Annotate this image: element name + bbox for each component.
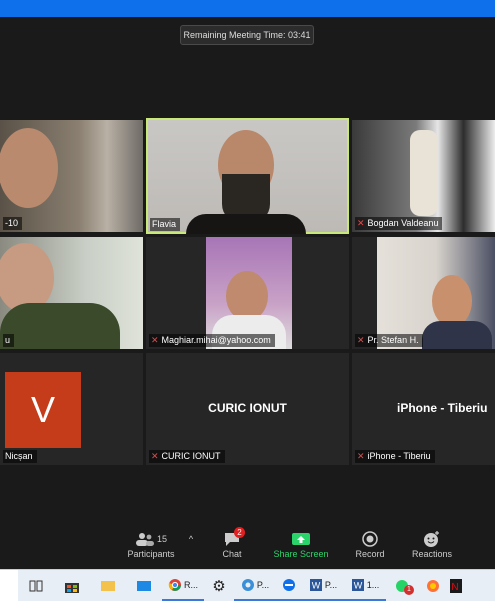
taskbar-whatsapp[interactable]: 1 [386, 570, 418, 601]
word-icon: W [351, 578, 364, 591]
mic-muted-icon: ✕ [357, 335, 365, 345]
record-icon [362, 531, 378, 547]
taskbar-netflix[interactable]: N [448, 570, 464, 601]
participant-face [432, 275, 472, 327]
participant-sweater [0, 303, 120, 349]
taskbar-firefox[interactable] [418, 570, 448, 601]
whatsapp-notification-badge: 1 [404, 585, 414, 595]
participant-name: -10 [3, 217, 23, 230]
video-tile-2[interactable]: Flavia [146, 118, 349, 234]
participant-statue [410, 130, 438, 216]
video-tile-3[interactable]: ✕ Bogdan Valdeanu [352, 120, 495, 232]
participant-shoulders [186, 214, 306, 234]
taskbar-edge-label: P... [256, 579, 270, 590]
participant-name: Nicșan [3, 450, 37, 463]
participant-avatar: V [5, 372, 81, 448]
chat-unread-badge: 2 [234, 527, 245, 538]
participant-name: ✕ Maghiar.mihai@yahoo.com [149, 334, 275, 347]
netflix-icon: N [450, 578, 462, 593]
participant-name: ✕ iPhone - Tiberiu [355, 450, 435, 463]
video-tile-5[interactable]: ✕ Maghiar.mihai@yahoo.com [146, 237, 349, 349]
participant-jacket [422, 321, 492, 349]
chat-button[interactable]: 2 Chat [214, 527, 250, 559]
reactions-label: Reactions [411, 549, 453, 559]
taskbar-search-edge[interactable] [0, 570, 18, 601]
participant-display-name: CURIC IONUT [208, 401, 287, 415]
participant-name: ✕ CURIC IONUT [149, 450, 225, 463]
taskbar-settings[interactable]: ⚙ [204, 570, 234, 601]
mic-muted-icon: ✕ [151, 335, 159, 345]
participant-name: u [3, 334, 15, 347]
edge-icon [241, 578, 254, 591]
participants-icon [135, 533, 154, 546]
task-view-button[interactable] [18, 570, 54, 601]
taskbar-chrome-label: R... [183, 579, 198, 590]
meeting-controls: 15 Participants ^ 2 Chat Share Screen Re… [0, 525, 495, 569]
mail-icon [137, 580, 151, 591]
svg-text:W: W [312, 580, 321, 590]
mic-muted-icon: ✕ [151, 451, 159, 461]
participant-name: ✕ Pr. Stefan H. [355, 334, 423, 347]
participant-display-name: iPhone - Tiberiu [397, 401, 488, 415]
window-top-bar [0, 0, 495, 17]
word-icon: W [309, 578, 322, 591]
mic-muted-icon: ✕ [357, 218, 365, 228]
teamviewer-icon [283, 578, 295, 591]
video-tile-6[interactable]: ✕ Pr. Stefan H. [352, 237, 495, 349]
taskbar-edge[interactable]: P... [234, 570, 276, 601]
video-tile-7[interactable]: V Nicșan [0, 353, 143, 465]
svg-text:W: W [353, 580, 362, 590]
taskbar-word-2[interactable]: W 1... [344, 570, 386, 601]
taskbar-file-explorer[interactable] [90, 570, 126, 601]
store-icon [65, 582, 79, 593]
participants-menu-caret[interactable]: ^ [185, 529, 197, 549]
participants-label: Participants [127, 549, 175, 559]
chrome-icon [168, 578, 181, 591]
participant-face [0, 128, 58, 208]
video-tile-9[interactable]: iPhone - Tiberiu ✕ iPhone - Tiberiu [352, 353, 495, 465]
video-tile-4[interactable]: u [0, 237, 143, 349]
taskbar-word-1[interactable]: W P... [302, 570, 344, 601]
gear-icon: ⚙ [212, 577, 226, 595]
record-button[interactable]: Record [350, 529, 390, 559]
taskbar-teamviewer[interactable] [276, 570, 302, 601]
taskbar-word-2-label: 1... [366, 579, 380, 590]
chat-label: Chat [222, 549, 242, 559]
remaining-meeting-time: Remaining Meeting Time: 03:41 [180, 25, 314, 45]
taskbar-chrome[interactable]: R... [162, 570, 204, 601]
participants-count: 15 [156, 534, 167, 544]
svg-text:N: N [451, 582, 458, 593]
participant-name: Flavia [150, 218, 181, 231]
chevron-up-icon: ^ [188, 534, 194, 544]
folder-icon [101, 581, 115, 591]
share-screen-label: Share Screen [273, 549, 329, 559]
participants-button[interactable]: 15 Participants [123, 529, 179, 559]
video-tile-1[interactable]: -10 [0, 120, 143, 232]
participant-name: ✕ Bogdan Valdeanu [355, 217, 443, 230]
taskbar-store[interactable] [54, 570, 90, 601]
windows-taskbar: R... ⚙ P... W P... W 1... 1 N [0, 569, 495, 601]
task-view-icon [29, 580, 43, 591]
taskbar-word-1-label: P... [324, 579, 338, 590]
participant-face [226, 271, 268, 321]
share-screen-button[interactable]: Share Screen [270, 529, 332, 559]
reactions-button[interactable]: Reactions [408, 529, 456, 559]
video-tile-8[interactable]: CURIC IONUT ✕ CURIC IONUT [146, 353, 349, 465]
reactions-icon [424, 531, 439, 547]
record-label: Record [355, 549, 385, 559]
mic-muted-icon: ✕ [357, 451, 365, 461]
firefox-icon [427, 579, 439, 592]
taskbar-mail[interactable] [126, 570, 162, 601]
share-screen-icon [292, 533, 310, 545]
